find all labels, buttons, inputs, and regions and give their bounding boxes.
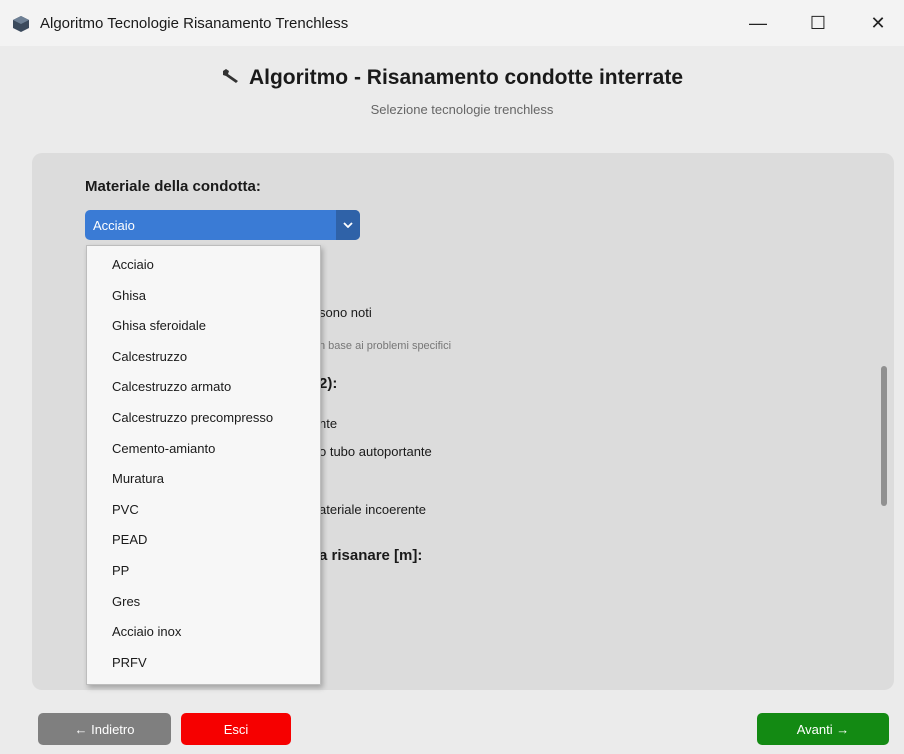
- back-button[interactable]: ← Indietro: [38, 713, 171, 745]
- list-item[interactable]: Acciaio: [112, 257, 154, 272]
- background-text: n base ai problemi specifici: [319, 340, 452, 352]
- next-button[interactable]: Avanti →: [757, 713, 889, 745]
- background-text: a risanare [m]:: [319, 547, 423, 564]
- background-text: sono noti: [319, 305, 372, 320]
- wrench-icon: [221, 66, 241, 90]
- background-text: nte: [319, 416, 338, 431]
- list-item[interactable]: PEAD: [112, 532, 147, 547]
- list-item[interactable]: PP: [112, 563, 129, 578]
- list-item[interactable]: Calcestruzzo armato: [112, 379, 231, 394]
- list-item[interactable]: Ghisa: [112, 288, 146, 303]
- close-button[interactable]: ✕: [858, 8, 898, 38]
- page-title-text: Algoritmo - Risanamento condotte interra…: [248, 66, 684, 89]
- list-item[interactable]: Ghisa sferoidale: [112, 318, 206, 333]
- background-text: o tubo autoportante: [319, 444, 432, 459]
- chevron-down-icon[interactable]: [336, 210, 360, 240]
- list-item[interactable]: PRFV: [112, 655, 147, 670]
- maximize-button[interactable]: ☐: [798, 8, 838, 38]
- window-title: Algoritmo Tecnologie Risanamento Trenchl…: [40, 15, 349, 32]
- title-bar: Algoritmo Tecnologie Risanamento Trenchl…: [0, 0, 904, 46]
- background-text: ateriale incoerente: [319, 502, 426, 517]
- list-item[interactable]: Calcestruzzo: [112, 349, 187, 364]
- material-dropdown-list: Acciaio Ghisa Ghisa sferoidale Calcestru…: [86, 245, 321, 685]
- material-label: Materiale della condotta:: [85, 178, 261, 195]
- list-item[interactable]: Cemento-amianto: [112, 441, 215, 456]
- page-title: Algoritmo - Risanamento condotte interra…: [0, 66, 904, 90]
- background-text: 2):: [319, 375, 338, 392]
- list-item[interactable]: Acciaio inox: [112, 624, 181, 639]
- list-item[interactable]: Gres: [112, 594, 140, 609]
- page-subtitle: Selezione tecnologie trenchless: [370, 102, 554, 117]
- app-icon: [13, 16, 29, 32]
- list-item[interactable]: PVC: [112, 502, 139, 517]
- list-item[interactable]: Muratura: [112, 471, 164, 486]
- exit-button[interactable]: Esci: [181, 713, 291, 745]
- minimize-button[interactable]: —: [738, 8, 778, 38]
- list-item[interactable]: Calcestruzzo precompresso: [112, 410, 273, 425]
- material-selected-value: Acciaio: [93, 218, 135, 233]
- material-select[interactable]: Acciaio: [85, 210, 360, 240]
- scrollbar[interactable]: [881, 366, 887, 506]
